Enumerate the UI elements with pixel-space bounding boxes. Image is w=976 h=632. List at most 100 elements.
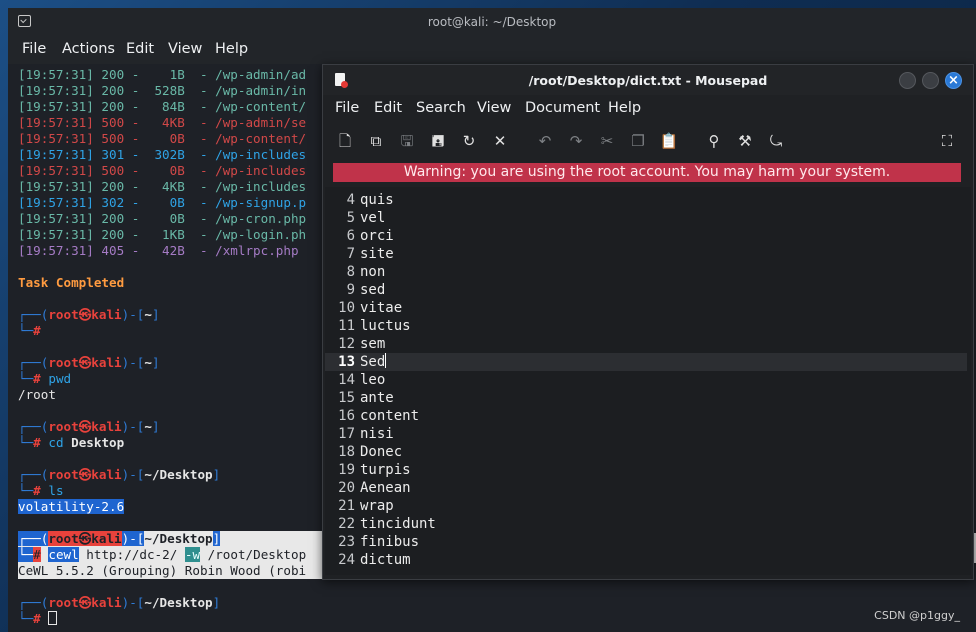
mp-menu-help[interactable]: Help — [608, 100, 641, 116]
copy-icon[interactable]: ❐ — [628, 131, 648, 151]
line-number: 24 — [338, 552, 355, 568]
text-editor[interactable]: 4 quis 5 vel 6 orci 7 site 8 non 9 sed 10 vitae 11 luct… — [325, 187, 971, 575]
line-text: vel — [360, 210, 386, 226]
terminal-title: root@kali: ~/Desktop — [427, 15, 557, 29]
editor-line[interactable]: 19 turpis — [325, 461, 967, 479]
line-number: 11 — [338, 318, 355, 334]
mp-menu-view[interactable]: View — [477, 100, 511, 116]
maximize-button[interactable] — [922, 72, 939, 89]
editor-line[interactable]: 16 content — [325, 407, 967, 425]
line-text: Aenean — [360, 480, 411, 496]
prompt-line: ┌──(root㉿kali)-[~] — [18, 307, 160, 322]
go-to-line-icon[interactable]: ⤿ — [766, 131, 786, 151]
editor-line[interactable]: 18 Donec — [325, 443, 967, 461]
line-text: Sed — [360, 353, 387, 370]
editor-line[interactable]: 20 Aenean — [325, 479, 967, 497]
paste-icon[interactable]: 📋 — [659, 131, 679, 151]
line-number: 6 — [346, 228, 355, 244]
editor-line[interactable]: 23 finibus — [325, 533, 967, 551]
undo-icon[interactable]: ↶ — [535, 131, 555, 151]
find-replace-icon[interactable]: ⚒ — [735, 131, 755, 151]
editor-line[interactable]: 24 dictum — [325, 551, 967, 569]
line-text: sed — [360, 282, 386, 298]
editor-line[interactable]: 9 sed — [325, 281, 967, 299]
log-line: [19:57:31] 302 - 0B - /wp-signup.p — [18, 195, 307, 210]
line-number: 12 — [338, 336, 355, 352]
editor-line[interactable]: 13 Sed — [325, 353, 967, 371]
mp-menu-document[interactable]: Document — [525, 100, 600, 116]
find-icon[interactable]: ⚲ — [704, 131, 724, 151]
editor-line[interactable]: 10 vitae — [325, 299, 967, 317]
line-number: 20 — [338, 480, 355, 496]
output-pwd: /root — [18, 387, 56, 402]
redo-icon[interactable]: ↷ — [566, 131, 586, 151]
line-number: 23 — [338, 534, 355, 550]
mousepad-titlebar[interactable]: /root/Desktop/dict.txt - Mousepad × — [323, 65, 973, 95]
close-window-button[interactable]: × — [945, 72, 962, 89]
mp-menu-search[interactable]: Search — [416, 100, 466, 116]
fullscreen-icon[interactable]: ⛶ — [937, 131, 957, 151]
editor-line[interactable]: 8 non — [325, 263, 967, 281]
editor-line[interactable]: 7 site — [325, 245, 967, 263]
editor-line[interactable]: 17 nisi — [325, 425, 967, 443]
editor-line[interactable]: 4 quis — [325, 191, 967, 209]
task-completed-text: Task Completed — [18, 275, 125, 290]
line-text: dictum — [360, 552, 411, 568]
line-text: ante — [360, 390, 394, 406]
prompt-line: ┌──(root㉿kali)-[~/Desktop] — [18, 467, 221, 482]
line-number: 13 — [338, 354, 355, 370]
editor-line[interactable]: 21 wrap — [325, 497, 967, 515]
prompt-line: ┌──(root㉿kali)-[~] — [18, 355, 160, 370]
line-text: turpis — [360, 462, 411, 478]
mp-menu-edit[interactable]: Edit — [374, 100, 402, 116]
cut-icon[interactable]: ✂ — [597, 131, 617, 151]
terminal-menubar: File Actions Edit View Help — [8, 36, 976, 64]
editor-line[interactable]: 14 leo — [325, 371, 967, 389]
save-as-icon[interactable]: 🖪 — [428, 131, 448, 151]
mousepad-title: /root/Desktop/dict.txt - Mousepad — [528, 73, 768, 88]
editor-line[interactable]: 5 vel — [325, 209, 967, 227]
save-icon[interactable]: 🖫 — [397, 131, 417, 151]
mousepad-window[interactable]: /root/Desktop/dict.txt - Mousepad × File… — [322, 64, 974, 580]
command-cd: └─# cd Desktop — [18, 435, 125, 450]
prompt-input-line: └─# — [18, 323, 41, 338]
minimize-button[interactable] — [899, 72, 916, 89]
menu-file[interactable]: File — [22, 41, 46, 57]
editor-line[interactable]: 11 luctus — [325, 317, 967, 335]
log-line: [19:57:31] 301 - 302B - /wp-includes — [18, 147, 307, 162]
new-window-icon[interactable]: ⧉ — [366, 131, 386, 151]
terminal-titlebar[interactable]: root@kali: ~/Desktop — [8, 8, 976, 36]
line-number: 10 — [338, 300, 355, 316]
prompt-input-line[interactable]: └─# — [18, 611, 58, 627]
new-document-icon[interactable]: 🗋 — [335, 131, 355, 151]
editor-line[interactable]: 15 ante — [325, 389, 967, 407]
line-text: Donec — [360, 444, 403, 460]
watermark: CSDN @p1ggy_ — [874, 609, 960, 622]
mp-menu-file[interactable]: File — [335, 100, 359, 116]
line-text: quis — [360, 192, 394, 208]
line-number: 7 — [346, 246, 355, 262]
menu-view[interactable]: View — [168, 41, 202, 57]
prompt-line-selected: ┌──(root㉿kali)-[~/Desktop] — [18, 531, 221, 546]
line-text: tincidunt — [360, 516, 436, 532]
prompt-line: ┌──(root㉿kali)-[~] — [18, 419, 160, 434]
line-number: 5 — [346, 210, 355, 226]
line-number: 16 — [338, 408, 355, 424]
editor-line[interactable]: 12 sem — [325, 335, 967, 353]
menu-help[interactable]: Help — [215, 41, 248, 57]
menu-edit[interactable]: Edit — [126, 41, 154, 57]
log-line: [19:57:31] 200 - 84B - /wp-content/ — [18, 99, 307, 114]
editor-line[interactable]: 22 tincidunt — [325, 515, 967, 533]
line-text: orci — [360, 228, 394, 244]
close-icon[interactable]: ✕ — [490, 131, 510, 151]
menu-actions[interactable]: Actions — [62, 41, 115, 57]
line-text: sem — [360, 336, 386, 352]
line-number: 14 — [338, 372, 355, 388]
reload-icon[interactable]: ↻ — [459, 131, 479, 151]
line-number: 17 — [338, 426, 355, 442]
log-line: [19:57:31] 200 - 1KB - /wp-login.ph — [18, 227, 307, 242]
log-line: [19:57:31] 500 - 4KB - /wp-admin/se — [18, 115, 307, 130]
line-number: 8 — [346, 264, 355, 280]
line-number: 22 — [338, 516, 355, 532]
editor-line[interactable]: 6 orci — [325, 227, 967, 245]
